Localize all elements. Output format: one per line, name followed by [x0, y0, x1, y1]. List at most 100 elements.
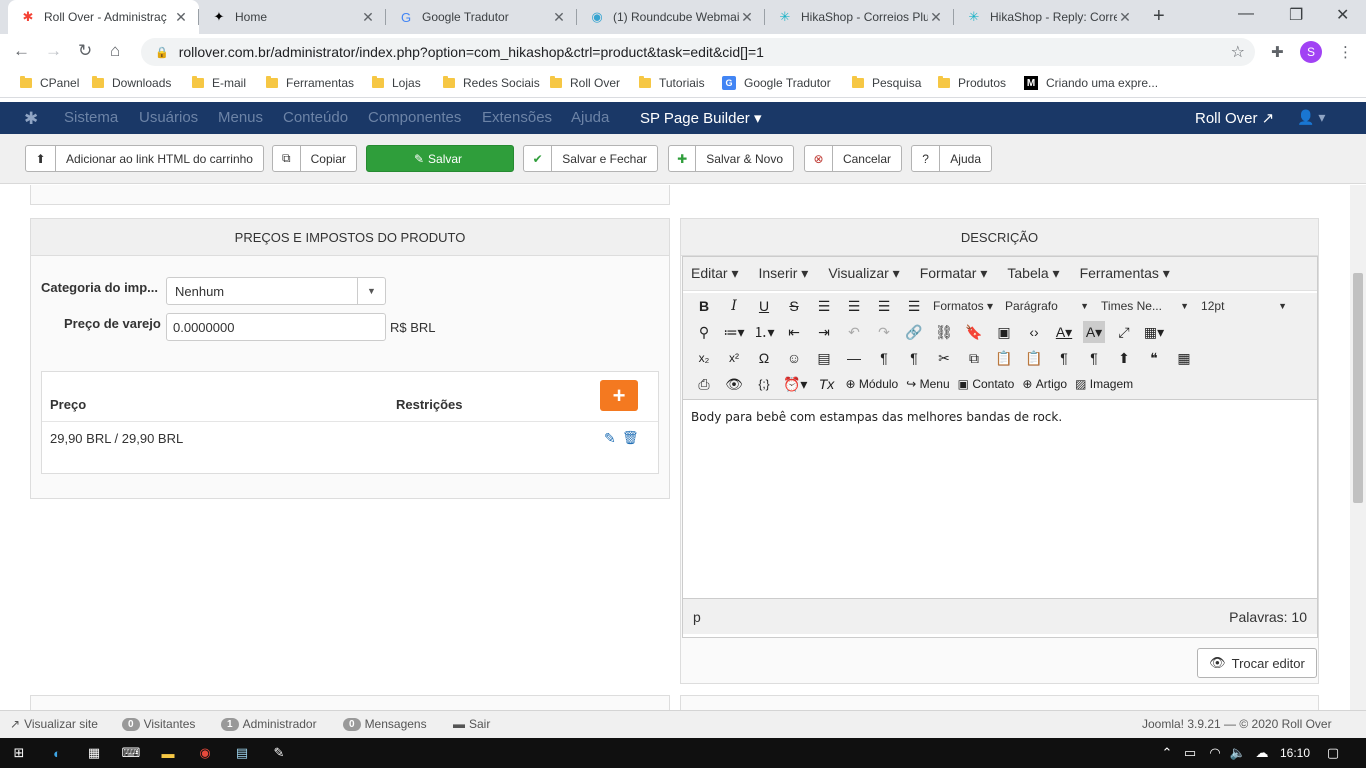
text-color-icon[interactable]: A▾: [1053, 321, 1075, 343]
windows-start-icon[interactable]: ⊞: [9, 744, 29, 762]
bookmark-item[interactable]: E-mail: [192, 76, 246, 90]
onedrive-icon[interactable]: ☁: [1252, 744, 1272, 762]
nav-sistema[interactable]: Sistema: [64, 109, 118, 126]
font-size-dropdown[interactable]: 12pt ▼: [1201, 295, 1287, 317]
taskbar-clock[interactable]: 16:10: [1280, 746, 1310, 760]
unlink-icon[interactable]: ⛓: [933, 321, 955, 343]
element-path[interactable]: p: [693, 609, 701, 625]
nonbreaking-icon[interactable]: ¶: [1083, 347, 1105, 369]
calculator-icon[interactable]: ▦: [84, 744, 104, 762]
bookmark-item[interactable]: Produtos: [938, 76, 1006, 90]
scrollbar-thumb[interactable]: [1353, 273, 1363, 503]
cut-icon[interactable]: ✂: [933, 347, 955, 369]
menu-editar[interactable]: Editar ▾: [691, 265, 739, 282]
save-button[interactable]: ✎ Salvar: [366, 145, 514, 172]
copy-doc-icon[interactable]: ⧉: [963, 347, 985, 369]
site-name-link[interactable]: Roll Over ↗: [1195, 109, 1274, 127]
battery-icon[interactable]: ▭: [1180, 744, 1200, 762]
nav-menus[interactable]: Menus: [218, 109, 263, 126]
insert-module-button[interactable]: ⊕ Módulo: [845, 373, 898, 395]
bookmark-item[interactable]: Roll Over: [550, 76, 620, 90]
nav-extensoes[interactable]: Extensões: [482, 109, 552, 126]
reload-icon[interactable]: ↻: [78, 41, 92, 61]
subscript-icon[interactable]: x₂: [693, 347, 715, 369]
undo-icon[interactable]: ↶: [843, 321, 865, 343]
save-close-button[interactable]: ✔ Salvar e Fechar: [523, 145, 658, 172]
align-left-icon[interactable]: ☰: [813, 295, 835, 317]
code-sample-icon[interactable]: {;}: [753, 373, 775, 395]
chrome-menu-icon[interactable]: ⋮: [1338, 43, 1353, 61]
paint-icon[interactable]: ✎: [269, 744, 289, 762]
anchor-icon[interactable]: 🔖: [963, 321, 985, 343]
insert-contact-button[interactable]: ▣ Contato: [958, 373, 1015, 395]
menu-formatar[interactable]: Formatar ▾: [920, 265, 988, 282]
outdent-icon[interactable]: ⇤: [783, 321, 805, 343]
italic-icon[interactable]: I: [723, 295, 745, 317]
horizontal-rule-icon[interactable]: —: [843, 347, 865, 369]
underline-icon[interactable]: U: [753, 295, 775, 317]
print-icon[interactable]: ⎙: [693, 373, 715, 395]
nav-componentes[interactable]: Componentes: [368, 109, 461, 126]
volume-icon[interactable]: 🔈: [1228, 744, 1248, 762]
browser-tab[interactable]: ✱ Roll Over - Administraç ✕: [8, 0, 199, 34]
code-icon[interactable]: ‹›: [1023, 321, 1045, 343]
paragraph-dropdown[interactable]: Parágrafo ▼: [1005, 295, 1089, 317]
extensions-puzzle-icon[interactable]: ✚: [1271, 43, 1284, 61]
bookmark-star-icon[interactable]: ☆: [1231, 42, 1245, 62]
font-family-dropdown[interactable]: Times Ne... ▼: [1101, 295, 1189, 317]
bookmark-item[interactable]: Tutoriais: [639, 76, 705, 90]
save-new-button[interactable]: ✚ Salvar & Novo: [668, 145, 794, 172]
superscript-icon[interactable]: x²: [723, 347, 745, 369]
browser-tab[interactable]: ✳ HikaShop - Reply: Corre ✕: [954, 0, 1143, 34]
ltr-icon[interactable]: ¶: [873, 347, 895, 369]
link-icon[interactable]: 🔗: [903, 321, 925, 343]
close-tab-icon[interactable]: ✕: [1117, 9, 1133, 26]
bookmark-item[interactable]: Redes Sociais: [443, 76, 540, 90]
redo-icon[interactable]: ↷: [873, 321, 895, 343]
indent-icon[interactable]: ⇥: [813, 321, 835, 343]
profile-avatar[interactable]: S: [1300, 41, 1322, 63]
bookmark-item[interactable]: CPanel: [20, 76, 79, 90]
add-price-button[interactable]: +: [600, 380, 638, 411]
keyboard-icon[interactable]: ⌨: [121, 744, 141, 762]
clear-format-icon[interactable]: Tx: [815, 373, 837, 395]
close-tab-icon[interactable]: ✕: [173, 9, 189, 26]
bookmark-item[interactable]: Lojas: [372, 76, 421, 90]
bookmark-item[interactable]: M Criando uma expre...: [1024, 76, 1158, 90]
editor-body[interactable]: Body para bebê com estampas das melhores…: [683, 400, 1317, 598]
home-icon[interactable]: ⌂: [110, 41, 120, 61]
copy-button[interactable]: ⧉ Copiar: [272, 145, 357, 172]
minimize-icon[interactable]: —: [1238, 5, 1254, 23]
insert-image-button[interactable]: ▨ Imagem: [1075, 373, 1133, 395]
url-input[interactable]: 🔒 rollover.com.br/administrator/index.ph…: [141, 38, 1255, 66]
bookmark-item[interactable]: G Google Tradutor: [722, 76, 831, 90]
toggle-editor-button[interactable]: 👁 Trocar editor: [1197, 648, 1317, 678]
retail-price-input[interactable]: 0.0000000: [166, 313, 386, 341]
help-button[interactable]: ? Ajuda: [911, 145, 992, 172]
media-icon[interactable]: ▤: [813, 347, 835, 369]
trash-icon[interactable]: 🗑: [622, 430, 639, 446]
new-tab-button[interactable]: +: [1153, 5, 1165, 28]
upload-file-icon[interactable]: ⬆: [1113, 347, 1135, 369]
rtl-icon[interactable]: ¶: [903, 347, 925, 369]
align-right-icon[interactable]: ☰: [873, 295, 895, 317]
browser-tab[interactable]: ◉ (1) Roundcube Webmai ✕: [577, 0, 765, 34]
image-icon[interactable]: ▣: [993, 321, 1015, 343]
view-site-link[interactable]: ↗ Visualizar site: [10, 717, 98, 731]
maximize-icon[interactable]: ❐: [1289, 5, 1303, 25]
visitors-link[interactable]: 0 Visitantes: [122, 717, 195, 731]
administrators-link[interactable]: 1 Administrador: [221, 717, 317, 731]
menu-tabela[interactable]: Tabela ▾: [1007, 265, 1059, 282]
strikethrough-icon[interactable]: S: [783, 295, 805, 317]
back-arrow-icon[interactable]: ←: [13, 41, 30, 61]
notepad-icon[interactable]: ▤: [232, 744, 252, 762]
table-icon[interactable]: ▦▾: [1143, 321, 1165, 343]
wifi-icon[interactable]: ◠: [1205, 744, 1225, 762]
tax-category-select[interactable]: Nenhum ▼: [166, 277, 386, 305]
menu-inserir[interactable]: Inserir ▾: [759, 265, 809, 282]
paste-icon[interactable]: 📋: [993, 347, 1015, 369]
bookmark-item[interactable]: Pesquisa: [852, 76, 921, 90]
close-window-icon[interactable]: ✕: [1336, 5, 1349, 25]
nav-usuarios[interactable]: Usuários: [139, 109, 198, 126]
close-tab-icon[interactable]: ✕: [360, 9, 376, 26]
